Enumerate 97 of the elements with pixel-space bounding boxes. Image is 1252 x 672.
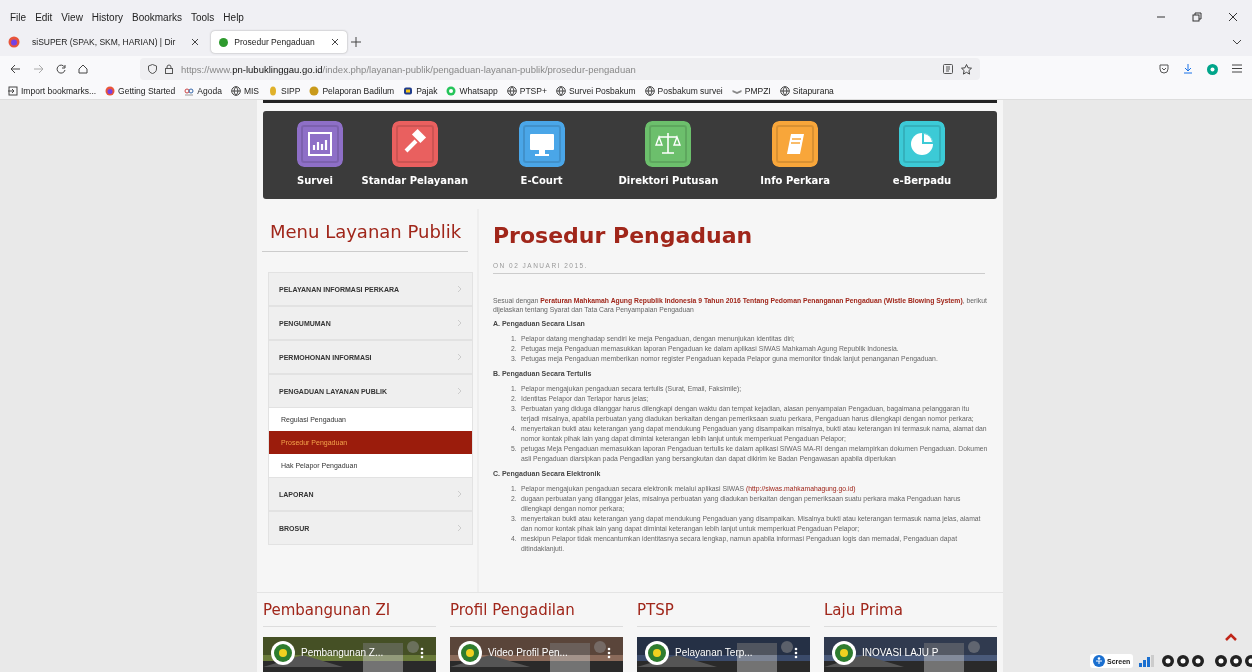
emblem-icon bbox=[645, 641, 669, 665]
restore-icon[interactable] bbox=[1192, 12, 1202, 22]
menu-item[interactable]: Help bbox=[223, 11, 244, 23]
browser-tab[interactable]: siSUPER (SPAK, SKM, HARIAN) | Dir bbox=[24, 31, 208, 53]
lock-icon bbox=[165, 64, 173, 74]
menu-icon[interactable] bbox=[1232, 63, 1242, 73]
service-link[interactable]: E-Court bbox=[486, 121, 597, 199]
bookmark-icon bbox=[309, 85, 320, 96]
bookmark-item[interactable]: Posbakum survei bbox=[644, 85, 723, 96]
bookmark-icon bbox=[446, 85, 457, 96]
service-link[interactable]: Standar Pelayanan bbox=[359, 121, 470, 199]
bookmark-item[interactable]: Sitapurana bbox=[779, 85, 834, 96]
video-title: INOVASI LAJU P bbox=[862, 647, 939, 658]
globe-icon bbox=[779, 85, 790, 96]
site-icon bbox=[219, 37, 229, 47]
scroll-top-icon[interactable] bbox=[1224, 632, 1238, 642]
bookmark-icon bbox=[268, 85, 278, 96]
volume-bars-icon[interactable] bbox=[1139, 655, 1156, 667]
more-icon[interactable] bbox=[420, 647, 424, 659]
widget-title: PTSP bbox=[637, 601, 810, 627]
shield-icon bbox=[148, 64, 157, 74]
close-icon[interactable] bbox=[330, 38, 339, 46]
chevron-icon bbox=[457, 285, 462, 293]
service-label: E-Court bbox=[520, 175, 563, 186]
url-text: https://www.pn-lubuklinggau.go.id/index.php/layanan-publik/pengaduan-layanan-publik/prosedur-pengaduan bbox=[181, 63, 636, 75]
reload-icon[interactable] bbox=[56, 64, 66, 74]
bookmark-icon bbox=[105, 85, 116, 96]
back-icon[interactable] bbox=[10, 64, 21, 74]
bookmark-icon bbox=[8, 85, 18, 96]
menu-item[interactable]: View bbox=[61, 11, 83, 23]
widget-title: Profil Pengadilan bbox=[450, 601, 623, 627]
menu-item[interactable]: Tools bbox=[191, 11, 215, 23]
new-tab-icon[interactable] bbox=[350, 37, 361, 47]
menu-item[interactable]: File bbox=[10, 11, 27, 23]
pocket-icon[interactable] bbox=[1159, 63, 1169, 74]
address-bar[interactable]: https://www.pn-lubuklinggau.go.id/index.php/layanan-publik/pengaduan-layanan-publik/prosedur-pengaduan bbox=[140, 58, 980, 80]
video-player[interactable]: Pelayanan Terp... bbox=[637, 637, 810, 672]
service-label: Info Perkara bbox=[760, 175, 830, 186]
home-icon[interactable] bbox=[78, 64, 88, 74]
bookmark-star-icon[interactable] bbox=[961, 63, 972, 75]
bookmark-item[interactable]: Pajak bbox=[403, 85, 438, 96]
chevron-icon bbox=[457, 353, 462, 361]
bookmark-item[interactable]: Getting Started bbox=[105, 85, 176, 96]
menu-item[interactable]: History bbox=[91, 11, 123, 23]
more-icon[interactable] bbox=[607, 647, 611, 659]
emblem-icon bbox=[832, 641, 856, 665]
bookmark-item[interactable]: Import bookmarks... bbox=[8, 85, 97, 96]
globe-icon bbox=[555, 85, 566, 96]
service-link[interactable]: Direktori Putusan bbox=[613, 121, 724, 199]
chevron-icon bbox=[457, 319, 462, 327]
video-title: Pelayanan Terp... bbox=[675, 647, 753, 658]
video-player[interactable]: Video Profil Pen... bbox=[450, 637, 623, 672]
close-icon[interactable] bbox=[191, 38, 200, 46]
widget-title: Pembangunan ZI bbox=[263, 601, 436, 627]
bookmark-item[interactable]: Survei Posbakum bbox=[555, 85, 636, 96]
download-icon[interactable] bbox=[1183, 63, 1193, 74]
chevron-icon bbox=[457, 490, 462, 498]
menu-item[interactable]: Bookmarks bbox=[132, 11, 182, 23]
browser-logo-icon[interactable] bbox=[8, 36, 20, 48]
bookmark-icon bbox=[403, 85, 414, 96]
widget-title: Laju Prima bbox=[824, 601, 997, 627]
bookmark-item[interactable]: MIS bbox=[230, 85, 259, 96]
chevron-icon bbox=[457, 524, 462, 532]
accessibility-icon bbox=[1093, 655, 1105, 667]
emblem-icon bbox=[458, 641, 482, 665]
bookmark-icon bbox=[184, 85, 195, 96]
service-link[interactable]: e-Berpadu bbox=[867, 121, 977, 199]
video-title: Video Profil Pen... bbox=[488, 647, 568, 658]
service-label: Direktori Putusan bbox=[618, 175, 719, 186]
video-player[interactable]: INOVASI LAJU P bbox=[824, 637, 997, 672]
bookmark-item[interactable]: Pelaporan Badilum bbox=[309, 85, 395, 96]
close-icon[interactable] bbox=[1228, 12, 1238, 22]
menu-item[interactable]: Edit bbox=[35, 11, 53, 23]
service-label: Survei bbox=[297, 175, 333, 186]
service-link[interactable]: Survei bbox=[291, 121, 343, 199]
service-label: Standar Pelayanan bbox=[361, 175, 468, 186]
account-icon[interactable] bbox=[1207, 63, 1218, 75]
bookmark-item[interactable]: PTSP+ bbox=[506, 85, 547, 96]
globe-icon bbox=[644, 85, 655, 96]
video-title: Pembangunan Z... bbox=[301, 647, 384, 658]
bookmark-item[interactable]: SIPP bbox=[268, 85, 301, 96]
bookmark-item[interactable]: Whatsapp bbox=[446, 85, 498, 96]
tab-list-icon[interactable] bbox=[1232, 39, 1242, 45]
article-title: Prosedur Pengaduan bbox=[493, 223, 754, 248]
sidebar-title: Menu Layanan Publik bbox=[270, 221, 463, 244]
more-icon[interactable] bbox=[794, 647, 798, 659]
bookmark-item[interactable]: Agoda bbox=[184, 85, 222, 96]
emblem-icon bbox=[271, 641, 295, 665]
service-link[interactable]: Info Perkara bbox=[740, 121, 851, 199]
video-player[interactable]: Pembangunan Z... bbox=[263, 637, 436, 672]
globe-icon bbox=[506, 85, 517, 96]
reader-view-icon[interactable] bbox=[943, 64, 953, 74]
bookmark-item[interactable]: PMPZI bbox=[731, 85, 771, 96]
service-label: e-Berpadu bbox=[892, 175, 952, 186]
browser-tab[interactable]: Prosedur Pengaduan bbox=[211, 31, 347, 53]
chevron-icon bbox=[457, 387, 462, 395]
globe-icon bbox=[230, 85, 241, 96]
